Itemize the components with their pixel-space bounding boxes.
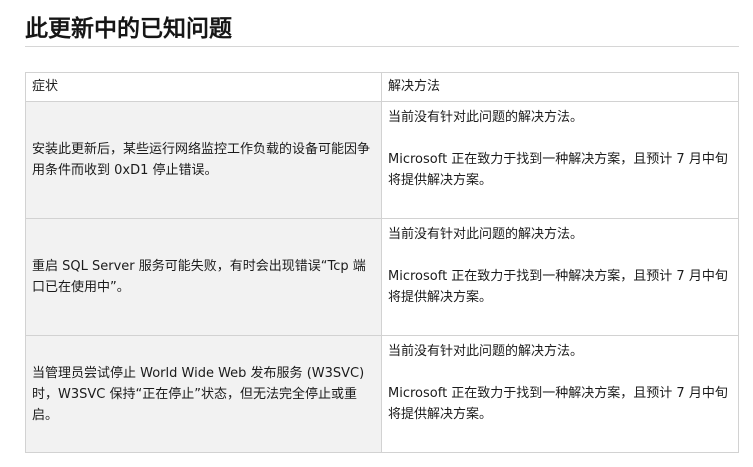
known-issues-table: 症状 解决方法 安装此更新后，某些运行网络监控工作负载的设备可能因争用条件而收到…	[25, 72, 739, 453]
title-divider	[25, 46, 739, 47]
workaround-status: 当前没有针对此问题的解决方法。	[388, 344, 584, 359]
workaround-plan: Microsoft 正在致力于找到一种解决方案，且预计 7 月中旬将提供解决方案…	[388, 152, 728, 188]
table-row: 当管理员尝试停止 World Wide Web 发布服务 (W3SVC) 时，W…	[25, 335, 739, 453]
workaround-plan: Microsoft 正在致力于找到一种解决方案，且预计 7 月中旬将提供解决方案…	[388, 386, 728, 422]
symptom-cell: 当管理员尝试停止 World Wide Web 发布服务 (W3SVC) 时，W…	[25, 335, 382, 453]
column-header-symptom: 症状	[25, 72, 382, 102]
workaround-cell: 当前没有针对此问题的解决方法。 Microsoft 正在致力于找到一种解决方案，…	[381, 101, 739, 219]
column-header-workaround: 解决方法	[381, 72, 739, 102]
table-header-row: 症状 解决方法	[25, 72, 739, 102]
workaround-plan: Microsoft 正在致力于找到一种解决方案，且预计 7 月中旬将提供解决方案…	[388, 269, 728, 305]
page: 此更新中的已知问题 症状 解决方法 安装此更新后，某些运行网络监控工作负载的设备…	[0, 0, 753, 467]
table-row: 重启 SQL Server 服务可能失败，有时会出现错误“Tcp 端口已在使用中…	[25, 218, 739, 336]
symptom-cell: 重启 SQL Server 服务可能失败，有时会出现错误“Tcp 端口已在使用中…	[25, 218, 382, 336]
workaround-status: 当前没有针对此问题的解决方法。	[388, 110, 584, 125]
page-title: 此更新中的已知问题	[25, 16, 232, 42]
workaround-cell: 当前没有针对此问题的解决方法。 Microsoft 正在致力于找到一种解决方案，…	[381, 335, 739, 453]
workaround-cell: 当前没有针对此问题的解决方法。 Microsoft 正在致力于找到一种解决方案，…	[381, 218, 739, 336]
table-row: 安装此更新后，某些运行网络监控工作负载的设备可能因争用条件而收到 0xD1 停止…	[25, 101, 739, 219]
symptom-cell: 安装此更新后，某些运行网络监控工作负载的设备可能因争用条件而收到 0xD1 停止…	[25, 101, 382, 219]
workaround-status: 当前没有针对此问题的解决方法。	[388, 227, 584, 242]
